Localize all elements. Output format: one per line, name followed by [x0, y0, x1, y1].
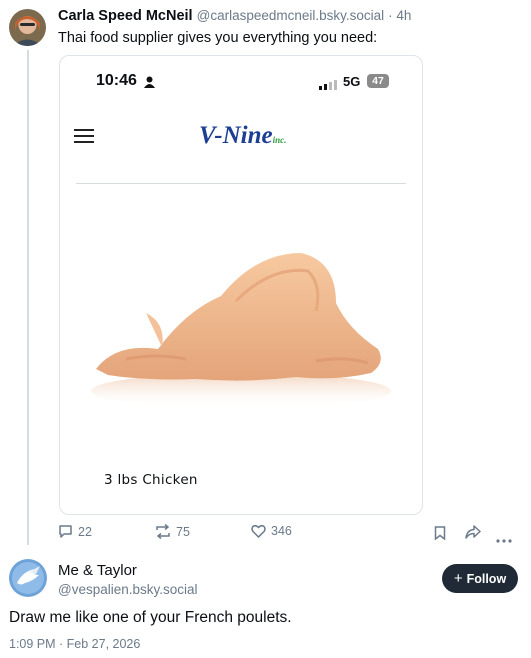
- post-time[interactable]: · 4h: [388, 8, 411, 23]
- avatar[interactable]: [9, 9, 46, 46]
- signal-icon: [319, 77, 339, 95]
- hamburger-menu-icon[interactable]: [74, 128, 94, 149]
- plus-icon: +: [453, 570, 463, 587]
- bookmark-button[interactable]: [434, 526, 446, 545]
- author-handle[interactable]: @vespalien.bsky.social: [58, 582, 198, 597]
- person-icon: [144, 75, 155, 93]
- more-icon: [496, 539, 512, 543]
- share-icon: [465, 525, 481, 539]
- brand-suffix: inc.: [272, 135, 287, 145]
- share-button[interactable]: [465, 525, 481, 544]
- embedded-image[interactable]: 10:46 5G 47 V-Nineinc. 3 lbs Chicken: [59, 55, 423, 515]
- reply-count: 22: [78, 524, 92, 539]
- bookmark-icon: [434, 526, 446, 541]
- reply-icon: [59, 525, 72, 538]
- more-options-button[interactable]: [496, 530, 512, 548]
- heart-icon: [251, 524, 266, 538]
- status-time: 10:46: [96, 72, 137, 89]
- product-caption: 3 lbs Chicken: [104, 472, 198, 488]
- repost-button[interactable]: 75: [155, 524, 190, 539]
- like-button[interactable]: 346: [251, 524, 292, 538]
- battery-icon: 47: [367, 74, 389, 88]
- post-text: Draw me like one of your French poulets.: [9, 609, 292, 626]
- author-handle[interactable]: @carlaspeedmcneil.bsky.social: [197, 8, 385, 23]
- author-name[interactable]: Carla Speed McNeil: [58, 8, 193, 24]
- brand-logo: V-Nineinc.: [199, 122, 286, 150]
- post-timestamp[interactable]: 1:09 PM · Feb 27, 2026: [9, 637, 140, 651]
- repost-count: 75: [176, 524, 190, 539]
- divider: [76, 183, 406, 184]
- reply-button[interactable]: 22: [58, 524, 92, 539]
- brand-name: V-Nine: [199, 122, 273, 149]
- repost-icon: [156, 524, 170, 539]
- author-name[interactable]: Me & Taylor: [58, 562, 137, 579]
- avatar[interactable]: [9, 559, 47, 597]
- post-header: Carla Speed McNeil @carlaspeedmcneil.bsk…: [58, 8, 411, 24]
- thread-line: [27, 50, 29, 545]
- follow-label: Follow: [466, 571, 507, 586]
- chicken-image: [86, 241, 396, 426]
- network-label: 5G: [343, 74, 361, 89]
- follow-button[interactable]: + Follow: [442, 564, 518, 593]
- like-count: 346: [271, 524, 292, 538]
- post-text: Thai food supplier gives you everything …: [58, 30, 378, 46]
